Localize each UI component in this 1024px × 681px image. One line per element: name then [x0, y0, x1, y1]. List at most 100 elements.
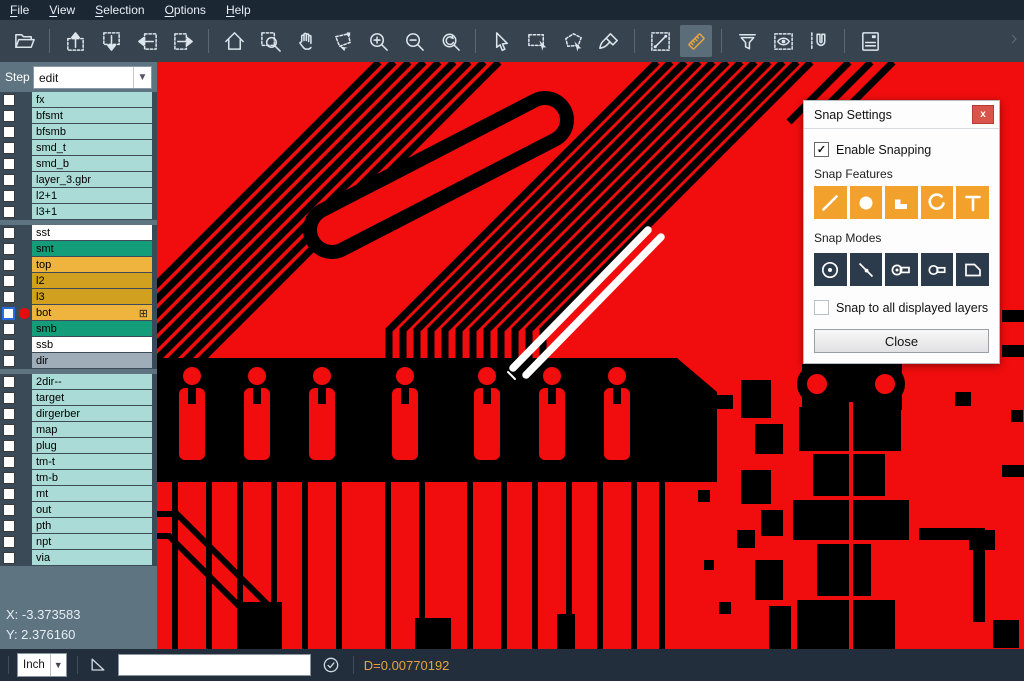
close-icon[interactable]: x	[972, 105, 994, 124]
dialog-titlebar[interactable]: Snap Settings x	[804, 101, 999, 129]
snap-line-icon[interactable]	[814, 186, 847, 219]
menu-help[interactable]: Help	[216, 0, 261, 20]
layer-row-dirgerber[interactable]: dirgerber	[0, 406, 157, 422]
pan-down-icon[interactable]	[95, 25, 127, 57]
layer-row-smd_b[interactable]: smd_b	[0, 156, 157, 172]
layer-row-map[interactable]: map	[0, 422, 157, 438]
layer-row-l2+1[interactable]: l2+1	[0, 188, 157, 204]
layer-visibility-checkbox[interactable]	[3, 376, 15, 388]
layer-visibility-checkbox[interactable]	[2, 307, 15, 320]
layer-name[interactable]: sst	[32, 225, 152, 241]
snap-arc-icon[interactable]	[921, 186, 954, 219]
menu-options[interactable]: Options	[155, 0, 216, 20]
layer-name[interactable]: l3	[32, 289, 152, 305]
layer-row-plug[interactable]: plug	[0, 438, 157, 454]
layer-name[interactable]: tm-t	[32, 454, 152, 470]
layer-name[interactable]: pth	[32, 518, 152, 534]
zoom-previous-icon[interactable]	[434, 25, 466, 57]
layer-visibility-checkbox[interactable]	[3, 472, 15, 484]
layer-name[interactable]: smb	[32, 321, 152, 337]
layer-name[interactable]: l3+1	[32, 204, 152, 220]
zoom-in-icon[interactable]	[362, 25, 394, 57]
layer-visibility-checkbox[interactable]	[3, 520, 15, 532]
layer-name[interactable]: smt	[32, 241, 152, 257]
layer-name[interactable]: via	[32, 550, 152, 566]
layer-name[interactable]: target	[32, 390, 152, 406]
units-select[interactable]: Inch ▼	[17, 653, 67, 677]
ruler-icon[interactable]	[680, 25, 712, 57]
layer-row-target[interactable]: target	[0, 390, 157, 406]
layer-row-l3[interactable]: l3	[0, 289, 157, 305]
layer-name[interactable]: plug	[32, 438, 152, 454]
pan-left-icon[interactable]	[131, 25, 163, 57]
layer-name[interactable]: map	[32, 422, 152, 438]
layer-row-smt[interactable]: smt	[0, 241, 157, 257]
snap-outline-icon[interactable]	[956, 253, 989, 286]
layer-visibility-checkbox[interactable]	[3, 142, 15, 154]
layer-visibility-checkbox[interactable]	[3, 174, 15, 186]
layer-visibility-checkbox[interactable]	[3, 126, 15, 138]
enable-snapping-checkbox[interactable]: ✓	[814, 142, 829, 157]
pan-hand-icon[interactable]	[290, 25, 322, 57]
layer-name[interactable]: smd_b	[32, 156, 152, 172]
layer-name[interactable]: fx	[32, 92, 152, 108]
measure-line-icon[interactable]	[644, 25, 676, 57]
select-rect-icon[interactable]	[521, 25, 553, 57]
layer-name[interactable]: 2dir--	[32, 374, 152, 390]
layer-name[interactable]: l2+1	[32, 188, 152, 204]
layer-name[interactable]: ssb	[32, 337, 152, 353]
layer-visibility-checkbox[interactable]	[3, 291, 15, 303]
chevron-right-icon[interactable]	[1006, 31, 1022, 52]
circle-check-icon[interactable]	[321, 655, 341, 675]
layer-visibility-checkbox[interactable]	[3, 158, 15, 170]
layer-visibility-checkbox[interactable]	[3, 323, 15, 335]
select-polygon-icon[interactable]	[557, 25, 589, 57]
show-hide-icon[interactable]	[767, 25, 799, 57]
layer-row-mt[interactable]: mt	[0, 486, 157, 502]
select-arrow-icon[interactable]	[485, 25, 517, 57]
zoom-out-icon[interactable]	[398, 25, 430, 57]
snap-slot-center-icon[interactable]	[885, 253, 918, 286]
layer-visibility-checkbox[interactable]	[3, 424, 15, 436]
layer-name[interactable]: bfsmt	[32, 108, 152, 124]
layer-visibility-checkbox[interactable]	[3, 190, 15, 202]
snap-magnet-icon[interactable]	[803, 25, 835, 57]
layer-row-dir[interactable]: dir	[0, 353, 157, 369]
zoom-window-icon[interactable]	[254, 25, 286, 57]
menu-view[interactable]: View	[39, 0, 85, 20]
all-layers-row[interactable]: Snap to all displayed layers	[814, 300, 989, 315]
layer-row-l2[interactable]: l2	[0, 273, 157, 289]
snap-text-icon[interactable]	[956, 186, 989, 219]
layer-row-ssb[interactable]: ssb	[0, 337, 157, 353]
layer-row-sst[interactable]: sst	[0, 225, 157, 241]
layer-visibility-checkbox[interactable]	[3, 408, 15, 420]
pan-right-icon[interactable]	[167, 25, 199, 57]
filter-icon[interactable]	[731, 25, 763, 57]
layer-name[interactable]: bot⊞	[32, 305, 152, 321]
layer-visibility-checkbox[interactable]	[3, 110, 15, 122]
snap-slot-end-icon[interactable]	[921, 253, 954, 286]
layer-name[interactable]: out	[32, 502, 152, 518]
layer-row-tm-b[interactable]: tm-b	[0, 470, 157, 486]
layer-row-fx[interactable]: fx	[0, 92, 157, 108]
layer-visibility-checkbox[interactable]	[3, 206, 15, 218]
layer-name[interactable]: mt	[32, 486, 152, 502]
report-icon[interactable]	[854, 25, 886, 57]
all-layers-checkbox[interactable]	[814, 300, 829, 315]
layer-row-pth[interactable]: pth	[0, 518, 157, 534]
layer-name[interactable]: smd_t	[32, 140, 152, 156]
layer-row-tm-t[interactable]: tm-t	[0, 454, 157, 470]
layer-name[interactable]: tm-b	[32, 470, 152, 486]
layer-visibility-checkbox[interactable]	[3, 536, 15, 548]
layer-visibility-checkbox[interactable]	[3, 243, 15, 255]
layer-visibility-checkbox[interactable]	[3, 392, 15, 404]
snap-point-on-feature-icon[interactable]	[850, 253, 883, 286]
command-input[interactable]	[118, 654, 311, 676]
angle-triangle-icon[interactable]	[88, 655, 108, 675]
layer-visibility-checkbox[interactable]	[3, 339, 15, 351]
layer-row-bot[interactable]: bot⊞	[0, 305, 157, 321]
menu-selection[interactable]: Selection	[85, 0, 154, 20]
layer-visibility-checkbox[interactable]	[3, 552, 15, 564]
enable-snapping-row[interactable]: ✓ Enable Snapping	[814, 142, 989, 157]
open-file-icon[interactable]	[8, 25, 40, 57]
